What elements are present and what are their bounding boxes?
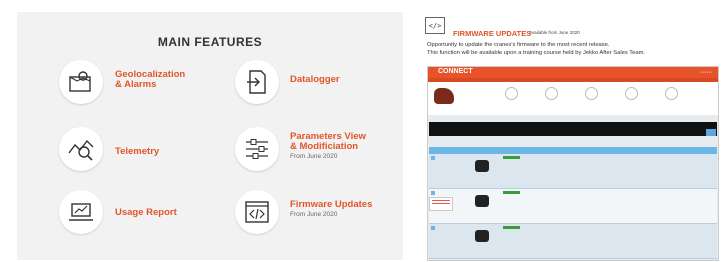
app-logo: CONNECT [438,68,473,75]
table-row[interactable] [429,154,717,189]
description-line-2: This function will be available upon a t… [427,50,646,56]
table-header [429,147,717,154]
popup-item[interactable] [432,203,450,204]
app-screenshot: CONNECT ▪ ▪ ▪ ▪ ▪ ▪ ▪ [427,66,719,261]
app-menu: ▪ ▪ ▪ ▪ ▪ ▪ ▪ [699,70,712,74]
crane-thumbnail [434,88,454,104]
firmware-updates-title: FIRMWARE UPDATES [453,29,532,38]
device-image [475,195,489,207]
metric-icon [504,87,518,100]
alert-action-button[interactable] [706,129,716,136]
row-checkbox[interactable] [431,191,435,195]
sliders-icon [235,127,279,171]
usage-report-label: Usage Report [115,207,177,218]
row-checkbox[interactable] [431,226,435,230]
metric-4 [618,87,644,101]
datalogger-label: Datalogger [290,74,340,85]
parameters-sub: From June 2020 [290,153,338,160]
metric-icon [664,87,678,100]
metric-2 [538,87,564,101]
firmware-description: Opportunity to update the cranes's firmw… [427,41,717,57]
metric-icon [544,87,558,100]
metric-3 [578,87,604,101]
description-line-1: Opportunity to update the cranes's firmw… [427,42,610,48]
file-import-icon [235,60,279,104]
row-checkbox[interactable] [431,156,435,160]
table-row[interactable] [429,224,717,259]
parameters-line2: & Modificiation [290,141,359,152]
device-image [475,160,489,172]
geolocalization-line2: & Alarms [115,79,157,90]
metric-icon [624,87,638,100]
app-topbar: CONNECT ▪ ▪ ▪ ▪ ▪ ▪ ▪ [428,67,718,78]
firmware-updates-label: Firmware Updates [290,199,373,210]
table-row[interactable] [429,189,717,224]
code-window-icon [235,190,279,234]
metric-5 [658,87,684,101]
device-image [475,230,489,242]
metric-icon [584,87,598,100]
code-icon: </> [425,17,445,34]
analytics-icon [59,127,103,171]
firmware-updates-sub: From June 2020 [290,211,338,218]
metric-1 [498,87,524,101]
status-badge [503,156,520,159]
parameters-label: Parameters View & Modificiation [290,132,366,152]
geolocalization-label: Geolocalization & Alarms [115,70,185,90]
laptop-chart-icon [59,190,103,234]
context-popup[interactable] [429,197,453,211]
telemetry-label: Telemetry [115,146,160,157]
status-badge [503,191,520,194]
main-features-panel: MAIN FEATURES Geolocalization & Alarms Da… [17,12,403,260]
availability-text: Available from June 2020 [529,30,580,35]
alert-banner [429,122,717,136]
popup-item[interactable] [432,200,450,201]
map-pin-icon [59,60,103,104]
status-badge [503,226,520,229]
main-features-title: MAIN FEATURES [157,35,263,49]
firmware-table [429,147,717,259]
